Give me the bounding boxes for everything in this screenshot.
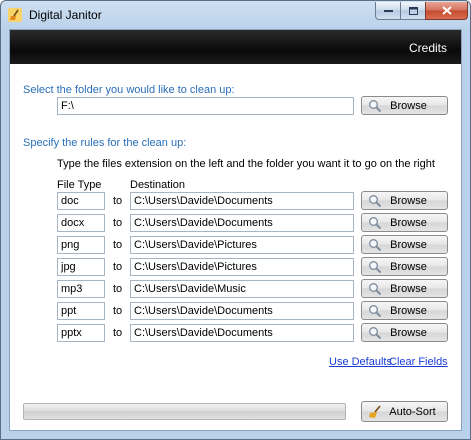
rule-to-label: to xyxy=(113,327,123,339)
minimize-icon xyxy=(383,9,393,12)
rule-to-label: to xyxy=(113,217,123,229)
window-title: Digital Janitor xyxy=(29,8,102,22)
magnifier-icon xyxy=(369,216,382,229)
browse-label: Browse xyxy=(390,216,427,229)
header-band: Credits xyxy=(10,30,461,64)
browse-label: Browse xyxy=(390,326,427,339)
auto-sort-button[interactable]: Auto-Sort xyxy=(361,401,448,422)
rule-to-label: to xyxy=(113,283,123,295)
credits-link[interactable]: Credits xyxy=(409,41,447,55)
rule-destination-input[interactable] xyxy=(130,214,354,232)
rule-extension-input[interactable] xyxy=(57,324,105,342)
magnifier-icon xyxy=(369,282,382,295)
browse-destination-button[interactable]: Browse xyxy=(361,191,448,210)
browse-destination-button[interactable]: Browse xyxy=(361,323,448,342)
folder-path-input[interactable] xyxy=(57,97,354,115)
rule-destination-input[interactable] xyxy=(130,192,354,210)
maximize-button[interactable] xyxy=(400,2,426,20)
auto-sort-label: Auto-Sort xyxy=(389,405,436,418)
rule-destination-input[interactable] xyxy=(130,236,354,254)
magnifier-icon xyxy=(369,194,382,207)
app-window: Digital Janitor Credits Select the folde… xyxy=(0,0,471,440)
file-type-column-header: File Type xyxy=(57,179,102,191)
progress-bar xyxy=(23,403,346,420)
rules-section-label: Specify the rules for the clean up: xyxy=(23,137,187,149)
clear-fields-link[interactable]: Clear Fields xyxy=(389,356,448,368)
browse-label: Browse xyxy=(390,99,427,112)
browse-label: Browse xyxy=(390,282,427,295)
rule-extension-input[interactable] xyxy=(57,192,105,210)
browse-label: Browse xyxy=(390,238,427,251)
magnifier-icon xyxy=(369,326,382,339)
browse-destination-button[interactable]: Browse xyxy=(361,301,448,320)
broom-icon xyxy=(369,404,381,418)
rule-extension-input[interactable] xyxy=(57,258,105,276)
browse-label: Browse xyxy=(390,260,427,273)
rule-destination-input[interactable] xyxy=(130,258,354,276)
browse-folder-button[interactable]: Browse xyxy=(361,96,448,115)
rule-extension-input[interactable] xyxy=(57,302,105,320)
rule-destination-input[interactable] xyxy=(130,324,354,342)
rule-extension-input[interactable] xyxy=(57,214,105,232)
browse-destination-button[interactable]: Browse xyxy=(361,213,448,232)
minimize-button[interactable] xyxy=(375,2,401,20)
rule-to-label: to xyxy=(113,261,123,273)
folder-section-label: Select the folder you would like to clea… xyxy=(23,84,235,96)
use-defaults-link[interactable]: Use Defaults xyxy=(329,356,392,368)
rule-to-label: to xyxy=(113,195,123,207)
rule-to-label: to xyxy=(113,305,123,317)
close-icon xyxy=(441,6,452,15)
browse-destination-button[interactable]: Browse xyxy=(361,279,448,298)
rule-destination-input[interactable] xyxy=(130,302,354,320)
destination-column-header: Destination xyxy=(130,179,186,191)
browse-label: Browse xyxy=(390,304,427,317)
rule-destination-input[interactable] xyxy=(130,280,354,298)
browse-label: Browse xyxy=(390,194,427,207)
client-area: Credits Select the folder you would like… xyxy=(9,29,462,431)
magnifier-icon xyxy=(369,99,382,112)
magnifier-icon xyxy=(369,304,382,317)
maximize-icon xyxy=(408,6,418,15)
rule-to-label: to xyxy=(113,239,123,251)
magnifier-icon xyxy=(369,238,382,251)
close-button[interactable] xyxy=(425,2,468,20)
rules-instructions: Type the files extension on the left and… xyxy=(57,158,435,170)
browse-destination-button[interactable]: Browse xyxy=(361,235,448,254)
rule-extension-input[interactable] xyxy=(57,280,105,298)
rule-extension-input[interactable] xyxy=(57,236,105,254)
title-bar[interactable]: Digital Janitor xyxy=(1,1,470,29)
magnifier-icon xyxy=(369,260,382,273)
browse-destination-button[interactable]: Browse xyxy=(361,257,448,276)
broom-icon xyxy=(8,8,22,22)
